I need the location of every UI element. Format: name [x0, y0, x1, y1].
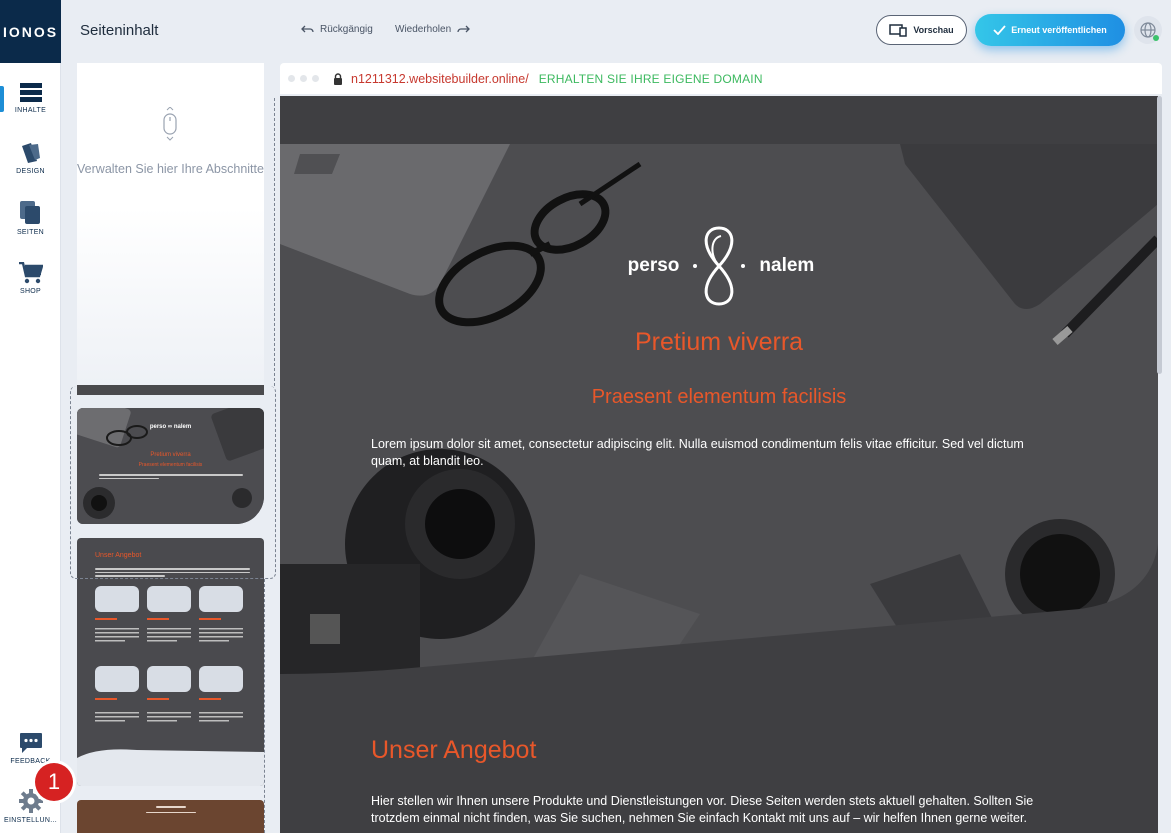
selection-frame-edge: [274, 98, 275, 386]
hero-curve: [280, 544, 1158, 674]
undo-button[interactable]: Rückgängig: [301, 24, 373, 35]
site-logo[interactable]: perso nalem: [626, 221, 816, 311]
sidebar-item-seiten[interactable]: SEITEN: [0, 190, 61, 246]
page-title: Seiteninhalt: [80, 22, 159, 39]
sidebar-item-label: FEEDBACK: [10, 757, 51, 765]
content-icon: [19, 82, 42, 102]
sidebar-item-label: SEITEN: [16, 228, 45, 236]
top-bar: Seiteninhalt Rückgängig Wiederholen Vors…: [61, 0, 1171, 63]
hero-text[interactable]: Lorem ipsum dolor sit amet, consectetur …: [371, 436, 1061, 470]
sidebar-item-label: EINSTELLUN...: [4, 816, 57, 824]
sidebar-item-label: INHALTE: [14, 106, 47, 114]
site-canvas[interactable]: perso nalem Pretium viverra Praesent ele…: [280, 96, 1158, 833]
scroll-mouse-icon: [163, 107, 177, 141]
brand-right: nalem: [759, 255, 815, 276]
hero-subtitle[interactable]: Praesent elementum facilisis: [280, 386, 1158, 409]
ionos-logo[interactable]: IONOS: [0, 0, 61, 63]
publish-button[interactable]: Erneut veröffentlichen: [975, 14, 1125, 46]
offer-text[interactable]: Hier stellen wir Ihnen unsere Produkte u…: [371, 793, 1061, 827]
hero-title[interactable]: Pretium viverra: [280, 328, 1158, 357]
sidebar-item-design[interactable]: DESIGN: [0, 130, 61, 186]
offer-title[interactable]: Unser Angebot: [371, 736, 536, 765]
undo-label: Rückgängig: [320, 24, 373, 35]
undo-icon: [301, 25, 314, 33]
sidebar-item-label: DESIGN: [16, 167, 45, 175]
redo-icon: [457, 25, 471, 33]
check-icon: [993, 25, 1006, 35]
brand-left: perso: [627, 255, 680, 276]
language-button[interactable]: [1134, 16, 1162, 44]
step-badge: 1: [35, 763, 73, 801]
get-domain-link[interactable]: ERHALTEN SIE IHRE EIGENE DOMAIN: [539, 72, 763, 86]
infinity-logo-icon: [693, 226, 746, 306]
site-preview: n1211312.websitebuilder.online/ ERHALTEN…: [280, 63, 1162, 833]
lock-icon: [334, 72, 342, 85]
cart-icon: [18, 261, 43, 283]
devices-icon: [889, 23, 908, 37]
section-thumbnail-footer[interactable]: [77, 800, 264, 833]
status-dot: [1153, 35, 1159, 41]
palette-icon: [21, 142, 40, 163]
address-bar: n1211312.websitebuilder.online/ ERHALTEN…: [280, 63, 1162, 94]
redo-button[interactable]: Wiederholen: [395, 24, 471, 35]
selection-frame: [70, 386, 276, 579]
preview-scrollbar[interactable]: [1157, 96, 1162, 374]
pages-icon: [19, 200, 40, 224]
site-url[interactable]: n1211312.websitebuilder.online/: [351, 72, 529, 86]
selection-frame-edge-lower: [264, 579, 276, 833]
chat-icon: [19, 732, 42, 753]
offer-thumb-grid: [77, 586, 264, 786]
sidebar-item-inhalte[interactable]: INHALTE: [0, 70, 61, 126]
left-rail: IONOS INHALTE DESIGN SEITEN SHOP FEEDBAC…: [0, 0, 61, 833]
window-dots: [288, 75, 319, 82]
redo-label: Wiederholen: [395, 24, 452, 35]
preview-label: Vorschau: [913, 25, 954, 35]
sections-hint: Verwalten Sie hier Ihre Abschnitte: [77, 162, 264, 176]
sidebar-item-label: SHOP: [19, 287, 42, 295]
sidebar-item-shop[interactable]: SHOP: [0, 250, 61, 306]
publish-label: Erneut veröffentlichen: [1011, 25, 1107, 35]
preview-button[interactable]: Vorschau: [876, 15, 967, 45]
